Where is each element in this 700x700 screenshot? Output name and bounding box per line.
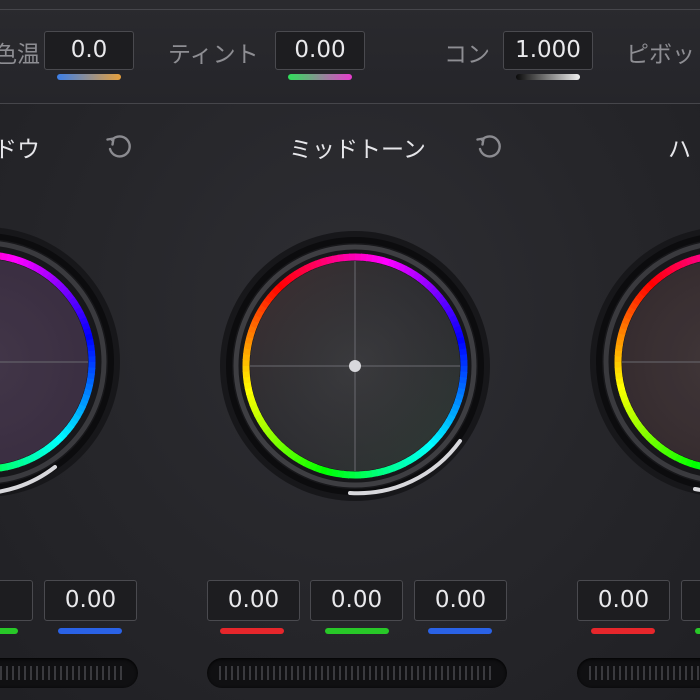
- divider: [0, 103, 700, 104]
- rgb-value-field-green[interactable]: 0: [0, 580, 33, 621]
- rgb-value-field-blue[interactable]: 0.00: [414, 580, 507, 621]
- reset-icon[interactable]: [103, 130, 135, 162]
- color-wheel-left[interactable]: [0, 227, 120, 497]
- contrast-field[interactable]: 1.000: [503, 31, 593, 70]
- hue-ring-segment: [0, 464, 3, 472]
- color-wheels-panel: 色温 0.0 ティント 0.00 コン 1.000 ピボッ ドウ ミッドトーン …: [0, 0, 700, 700]
- blue-channel-bar: [58, 628, 122, 634]
- pivot-label: ピボッ: [626, 42, 695, 68]
- tint-slider-bar[interactable]: [288, 74, 352, 80]
- rgb-value-field-blue[interactable]: 0.00: [44, 580, 137, 621]
- green-channel-bar: [0, 628, 18, 634]
- temperature-field[interactable]: 0.0: [44, 31, 134, 70]
- tint-label: ティント: [168, 42, 259, 68]
- divider: [0, 9, 700, 10]
- reset-icon[interactable]: [473, 130, 505, 162]
- master-wheel-midtones[interactable]: [207, 658, 507, 688]
- green-channel-bar: [325, 628, 389, 634]
- rgb-value-field-green-partial[interactable]: [681, 580, 700, 621]
- hue-ring-segment: [271, 285, 282, 296]
- contrast-label: コン: [444, 42, 490, 68]
- color-wheel-right[interactable]: [590, 227, 700, 497]
- rgb-value-field-red[interactable]: 0.00: [577, 580, 670, 621]
- master-wheel-left[interactable]: [0, 658, 138, 688]
- rgb-value-field-green[interactable]: 0.00: [310, 580, 403, 621]
- temperature-slider-bar[interactable]: [57, 74, 121, 80]
- wheel-title-left: ドウ: [0, 137, 40, 163]
- wheel-title-midtones: ミッドトーン: [289, 137, 426, 163]
- temperature-label: 色温: [0, 42, 40, 68]
- contrast-slider-bar[interactable]: [516, 74, 580, 80]
- tint-field[interactable]: 0.00: [275, 31, 365, 70]
- adjustment-bar: 色温 0.0 ティント 0.00 コン 1.000 ピボッ: [0, 0, 700, 104]
- hue-ring-segment: [642, 283, 653, 293]
- green-channel-bar: [695, 628, 700, 634]
- wheel-title-right: ハ: [668, 137, 691, 163]
- wheel-center-handle: [349, 360, 361, 372]
- red-channel-bar: [220, 628, 284, 634]
- master-wheel-right[interactable]: [577, 658, 700, 688]
- rgb-value-field-red[interactable]: 0.00: [207, 580, 300, 621]
- blue-channel-bar: [428, 628, 492, 634]
- red-channel-bar: [591, 628, 655, 634]
- color-wheel-midtones[interactable]: [220, 231, 490, 501]
